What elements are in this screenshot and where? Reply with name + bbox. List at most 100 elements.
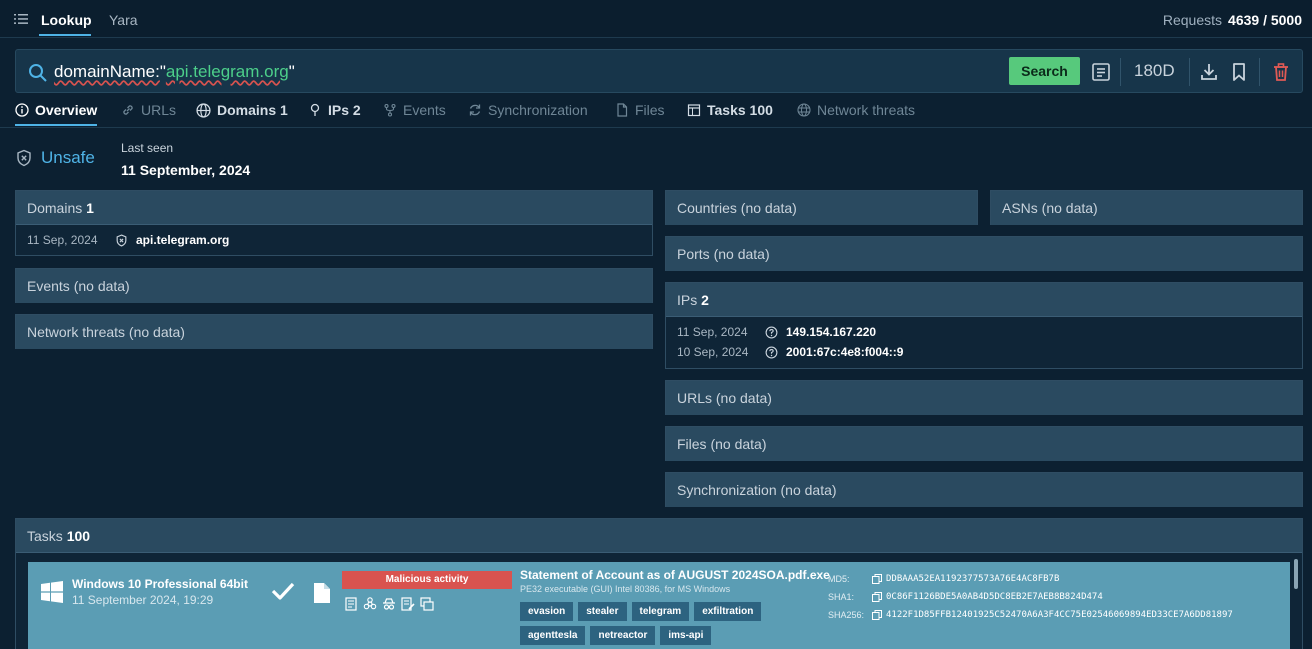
query-quote-close: " xyxy=(288,62,295,81)
scrollbar[interactable] xyxy=(1294,559,1298,589)
task-filetype: PE32 executable (GUI) Intel 80386, for M… xyxy=(520,584,731,594)
tab-files-label: Files xyxy=(635,102,665,118)
tab-yara[interactable]: Yara xyxy=(109,12,138,28)
requests-value: 4639 / 5000 xyxy=(1228,12,1302,28)
calendar-icon xyxy=(687,104,701,117)
sha256-label: SHA256: xyxy=(828,610,865,620)
period-selector[interactable]: 180D xyxy=(1134,61,1175,81)
task-card[interactable]: Windows 10 Professional 64bit 11 Septemb… xyxy=(28,562,1290,649)
tab-urls[interactable]: URLs xyxy=(121,102,176,118)
document-edit-icon xyxy=(401,597,415,611)
tab-network-threats[interactable]: Network threats xyxy=(797,102,915,118)
copy-icon[interactable] xyxy=(872,592,882,602)
tag[interactable]: evasion xyxy=(520,602,574,621)
link-icon xyxy=(123,105,133,115)
tag[interactable]: ims-api xyxy=(660,626,712,645)
ports-panel-header[interactable]: Ports (no data) xyxy=(666,237,1302,271)
tab-overview-underline xyxy=(15,124,97,126)
sha256-value[interactable]: 4122F1D85FFB12401925C52470A6A3F4CC75E025… xyxy=(886,610,1233,620)
query-key: domainName: xyxy=(54,62,160,81)
last-seen-label: Last seen xyxy=(121,141,174,155)
tab-events-label: Events xyxy=(403,102,446,118)
windows-icon xyxy=(41,581,63,603)
tab-domains[interactable]: Domains 1 xyxy=(196,102,288,118)
task-indicators xyxy=(344,597,434,611)
network-threats-panel-header[interactable]: Network threats (no data) xyxy=(16,315,652,349)
requests-label: Requests xyxy=(1162,12,1223,28)
tab-lookup[interactable]: Lookup xyxy=(41,12,92,28)
hash-md5: MD5: DDBAAA52EA1192377573A76E4AC8FB7B xyxy=(828,570,1233,588)
search-input[interactable]: domainName:"api.telegram.org" xyxy=(54,62,295,82)
tab-ips-label: IPs 2 xyxy=(328,102,361,118)
tab-files[interactable]: Files xyxy=(615,102,665,118)
asns-panel-header[interactable]: ASNs (no data) xyxy=(991,191,1302,225)
bookmark-icon[interactable] xyxy=(1229,62,1249,82)
domain-date: 11 Sep, 2024 xyxy=(27,233,98,247)
task-hashes: MD5: DDBAAA52EA1192377573A76E4AC8FB7B SH… xyxy=(828,570,1233,624)
task-filename[interactable]: Statement of Account as of AUGUST 2024SO… xyxy=(520,568,830,582)
question-icon xyxy=(765,326,778,338)
fork-icon xyxy=(384,103,396,117)
tag[interactable]: stealer xyxy=(578,602,627,621)
tab-overview[interactable]: Overview xyxy=(15,102,97,118)
document-scan-icon xyxy=(345,597,357,611)
pin-icon xyxy=(310,103,320,116)
tab-synchronization-label: Synchronization xyxy=(488,102,588,118)
tab-lookup-underline xyxy=(39,34,91,36)
section-tabs: Overview URLs Domains 1 IPs 2 Events Syn… xyxy=(0,98,1312,128)
verdict: Unsafe xyxy=(15,148,95,168)
spy-icon xyxy=(383,598,395,610)
ips-count: 2 xyxy=(701,292,709,308)
info-icon xyxy=(15,103,29,117)
md5-label: MD5: xyxy=(828,574,850,584)
ips-panel-header[interactable]: IPs 2 xyxy=(666,283,1302,317)
sha1-label: SHA1: xyxy=(828,592,855,602)
document-icon[interactable] xyxy=(1091,62,1111,82)
hash-sha256: SHA256: 4122F1D85FFB12401925C52470A6A3F4… xyxy=(828,606,1233,624)
domains-panel-header[interactable]: Domains 1 xyxy=(16,191,652,225)
list-item: 11 Sep, 2024 149.154.167.220 xyxy=(677,325,876,339)
copy-icon[interactable] xyxy=(872,574,882,584)
sha1-value[interactable]: 0C86F1126BDE5A0AB4D5DC8EB2E7AEB8B824D474 xyxy=(886,592,1103,602)
trash-icon[interactable] xyxy=(1271,62,1291,82)
list-icon[interactable] xyxy=(14,13,28,25)
tab-synchronization[interactable]: Synchronization xyxy=(468,102,588,118)
tasks-panel-header[interactable]: Tasks 100 xyxy=(16,519,1302,553)
md5-value[interactable]: DDBAAA52EA1192377573A76E4AC8FB7B xyxy=(886,574,1059,584)
tab-tasks-label: Tasks 100 xyxy=(707,102,773,118)
task-date: 11 September 2024, 19:29 xyxy=(72,593,214,607)
globe-icon xyxy=(196,102,211,118)
search-button[interactable]: Search xyxy=(1009,57,1080,85)
tab-tasks[interactable]: Tasks 100 xyxy=(687,102,773,118)
countries-panel-header[interactable]: Countries (no data) xyxy=(666,191,977,225)
domains-count: 1 xyxy=(86,200,94,216)
question-icon xyxy=(765,346,778,358)
copy-icon[interactable] xyxy=(872,610,882,620)
list-item: 10 Sep, 2024 2001:67c:4e8:f004::9 xyxy=(677,345,903,359)
tab-ips[interactable]: IPs 2 xyxy=(308,102,361,118)
download-icon[interactable] xyxy=(1199,62,1219,82)
urls-panel-header[interactable]: URLs (no data) xyxy=(666,381,1302,415)
domain-link[interactable]: api.telegram.org xyxy=(136,233,229,247)
tag[interactable]: agenttesla xyxy=(520,626,586,645)
ip-link[interactable]: 2001:67c:4e8:f004::9 xyxy=(786,345,903,359)
biohazard-icon xyxy=(363,597,377,610)
file-icon xyxy=(314,583,330,603)
tab-events[interactable]: Events xyxy=(383,102,446,118)
ip-date: 11 Sep, 2024 xyxy=(677,325,748,339)
tag[interactable]: exfiltration xyxy=(694,602,762,621)
task-os: Windows 10 Professional 64bit xyxy=(72,577,248,591)
files-panel-header[interactable]: Files (no data) xyxy=(666,427,1302,461)
requests-counter: Requests 4639 / 5000 xyxy=(1163,12,1302,28)
divider xyxy=(1120,58,1121,86)
tab-network-threats-label: Network threats xyxy=(817,102,916,118)
synchronization-panel: Synchronization (no data) xyxy=(665,472,1303,507)
ip-link[interactable]: 149.154.167.220 xyxy=(786,325,876,339)
tag[interactable]: telegram xyxy=(631,602,690,621)
synchronization-panel-header[interactable]: Synchronization (no data) xyxy=(666,473,1302,507)
tab-overview-label: Overview xyxy=(35,102,98,118)
windows-stack-icon xyxy=(420,597,434,611)
list-item: 11 Sep, 2024 api.telegram.org xyxy=(27,233,229,247)
events-panel-header[interactable]: Events (no data) xyxy=(16,269,652,303)
tag[interactable]: netreactor xyxy=(590,626,656,645)
